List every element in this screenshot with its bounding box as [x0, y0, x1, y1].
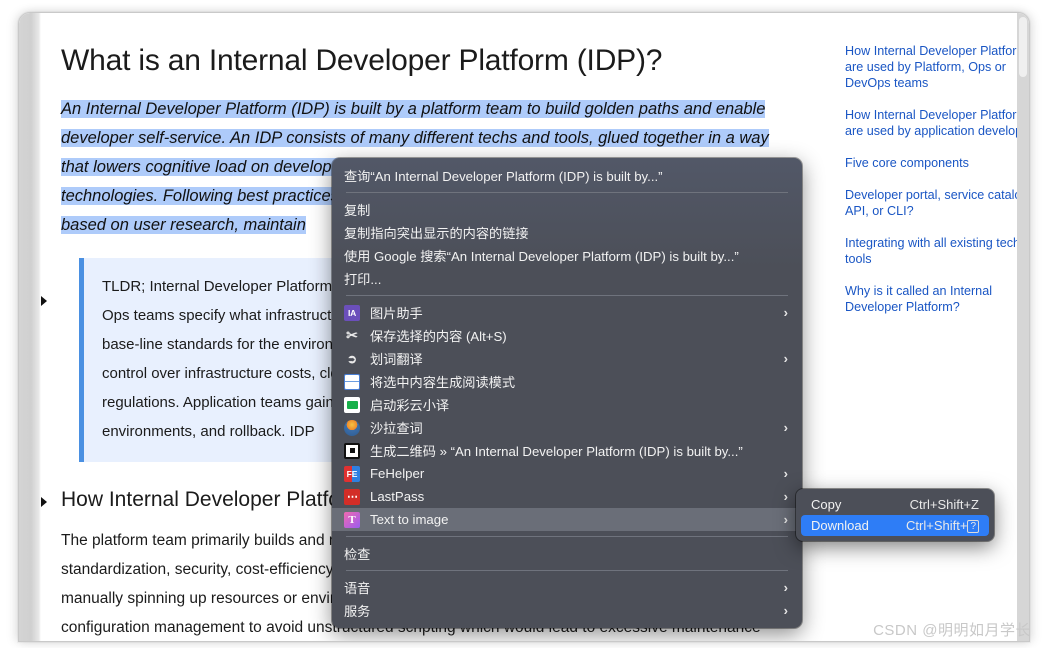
menu-item-label: 服务 — [344, 604, 371, 619]
menu-item-label: 语音 — [344, 581, 371, 596]
menu-separator — [346, 570, 788, 571]
menu-item-services[interactable]: 服务 › — [332, 599, 802, 622]
watermark: CSDN @明明如月学长 — [873, 622, 1031, 639]
reader-mode-icon — [344, 373, 360, 390]
submenu-item-shortcut: Ctrl+Shift+Z — [909, 497, 979, 512]
chevron-right-icon: › — [783, 466, 788, 481]
menu-item-label: LastPass — [370, 489, 425, 504]
menu-item-text-to-image[interactable]: T Text to image › — [332, 508, 802, 531]
table-of-contents: How Internal Developer Platforms are use… — [845, 43, 1029, 331]
toc-link[interactable]: How Internal Developer Platforms are use… — [845, 107, 1029, 139]
menu-item-copy-highlight-link[interactable]: 复制指向突出显示的内容的链接 — [332, 221, 802, 244]
menu-item-label: 查询“An Internal Developer Platform (IDP) … — [344, 169, 663, 184]
menu-item-fehelper[interactable]: FE FeHelper › — [332, 462, 802, 485]
menu-item-save-selection[interactable]: ✂ 保存选择的内容 (Alt+S) — [332, 324, 802, 347]
shortcut-keycap: ? — [967, 520, 979, 533]
menu-item-label: 图片助手 — [370, 306, 423, 321]
submenu-item-download[interactable]: Download Ctrl+Shift+? — [801, 515, 989, 536]
screenshot-root: What is an Internal Developer Platform (… — [0, 0, 1043, 648]
menu-item-label: 打印... — [344, 272, 382, 287]
menu-item-label: 启动彩云小译 — [370, 398, 450, 413]
submenu-item-copy[interactable]: Copy Ctrl+Shift+Z — [801, 494, 989, 515]
text-to-image-icon: T — [344, 511, 360, 528]
menu-item-lastpass[interactable]: ⋯ LastPass › — [332, 485, 802, 508]
menu-item-label: 划词翻译 — [370, 352, 423, 367]
menu-item-print[interactable]: 打印... — [332, 267, 802, 290]
menu-item-label: 使用 Google 搜索“An Internal Developer Platf… — [344, 249, 739, 264]
translate-icon: ➲ — [346, 351, 358, 366]
toc-link[interactable]: How Internal Developer Platforms are use… — [845, 43, 1029, 91]
menu-item-label: 生成二维码 » “An Internal Developer Platform … — [370, 444, 743, 459]
saladict-icon — [344, 419, 360, 436]
toc-link[interactable]: Developer portal, service catalog, API, … — [845, 187, 1029, 219]
chevron-right-icon: › — [783, 580, 788, 595]
menu-separator — [346, 192, 788, 193]
menu-item-image-assistant[interactable]: IA 图片助手 › — [332, 301, 802, 324]
menu-item-caiyun-translate[interactable]: 启动彩云小译 — [332, 393, 802, 416]
left-gutter — [19, 13, 41, 641]
menu-item-speech[interactable]: 语音 › — [332, 576, 802, 599]
fehelper-icon: FE — [344, 465, 360, 482]
image-assistant-icon: IA — [344, 304, 360, 321]
menu-item-inspect[interactable]: 检查 — [332, 542, 802, 565]
menu-item-label: 复制指向突出显示的内容的链接 — [344, 226, 529, 241]
menu-item-label: 保存选择的内容 (Alt+S) — [370, 329, 507, 344]
collapse-caret-top[interactable] — [41, 296, 47, 306]
chevron-right-icon: › — [783, 305, 788, 320]
qrcode-icon — [344, 442, 360, 459]
menu-separator — [346, 536, 788, 537]
menu-item-saladict[interactable]: 沙拉查词 › — [332, 416, 802, 439]
browser-window: What is an Internal Developer Platform (… — [18, 12, 1030, 642]
menu-separator — [346, 295, 788, 296]
text-to-image-submenu[interactable]: Copy Ctrl+Shift+Z Download Ctrl+Shift+? — [796, 489, 994, 541]
submenu-item-label: Download — [811, 518, 869, 533]
submenu-item-shortcut: Ctrl+Shift+? — [906, 518, 979, 533]
menu-item-label: Text to image — [370, 512, 449, 527]
menu-item-label: 沙拉查词 — [370, 421, 423, 436]
toc-link[interactable]: Why is it called an Internal Developer P… — [845, 283, 1029, 315]
lastpass-icon: ⋯ — [344, 488, 360, 505]
toc-link[interactable]: Integrating with all existing tech and t… — [845, 235, 1029, 267]
vertical-scrollbar[interactable] — [1017, 13, 1029, 641]
menu-item-search-query[interactable]: 查询“An Internal Developer Platform (IDP) … — [332, 164, 802, 187]
scissors-icon: ✂ — [346, 327, 358, 344]
menu-item-label: 将选中内容生成阅读模式 — [370, 375, 516, 390]
toc-link[interactable]: Five core components — [845, 155, 1029, 171]
submenu-item-label: Copy — [811, 497, 842, 512]
chevron-right-icon: › — [783, 489, 788, 504]
shortcut-text: Ctrl+Shift+ — [906, 518, 968, 533]
menu-item-label: 检查 — [344, 547, 371, 562]
scrollbar-thumb[interactable] — [1019, 17, 1027, 77]
menu-item-generate-qrcode[interactable]: 生成二维码 » “An Internal Developer Platform … — [332, 439, 802, 462]
menu-item-label: 复制 — [344, 203, 371, 218]
chevron-right-icon: › — [783, 603, 788, 618]
context-menu[interactable]: 查询“An Internal Developer Platform (IDP) … — [332, 158, 802, 628]
menu-item-google-search[interactable]: 使用 Google 搜索“An Internal Developer Platf… — [332, 244, 802, 267]
page-title: What is an Internal Developer Platform (… — [61, 44, 663, 77]
menu-item-word-translate[interactable]: ➲ 划词翻译 › — [332, 347, 802, 370]
collapse-caret-bottom[interactable] — [41, 497, 47, 507]
chevron-right-icon: › — [783, 512, 788, 527]
browser-viewport: What is an Internal Developer Platform (… — [19, 13, 1029, 641]
menu-item-copy[interactable]: 复制 — [332, 198, 802, 221]
chevron-right-icon: › — [783, 351, 788, 366]
caiyun-translate-icon — [344, 396, 360, 413]
chevron-right-icon: › — [783, 420, 788, 435]
menu-item-reader-mode[interactable]: 将选中内容生成阅读模式 — [332, 370, 802, 393]
menu-item-label: FeHelper — [370, 466, 425, 481]
